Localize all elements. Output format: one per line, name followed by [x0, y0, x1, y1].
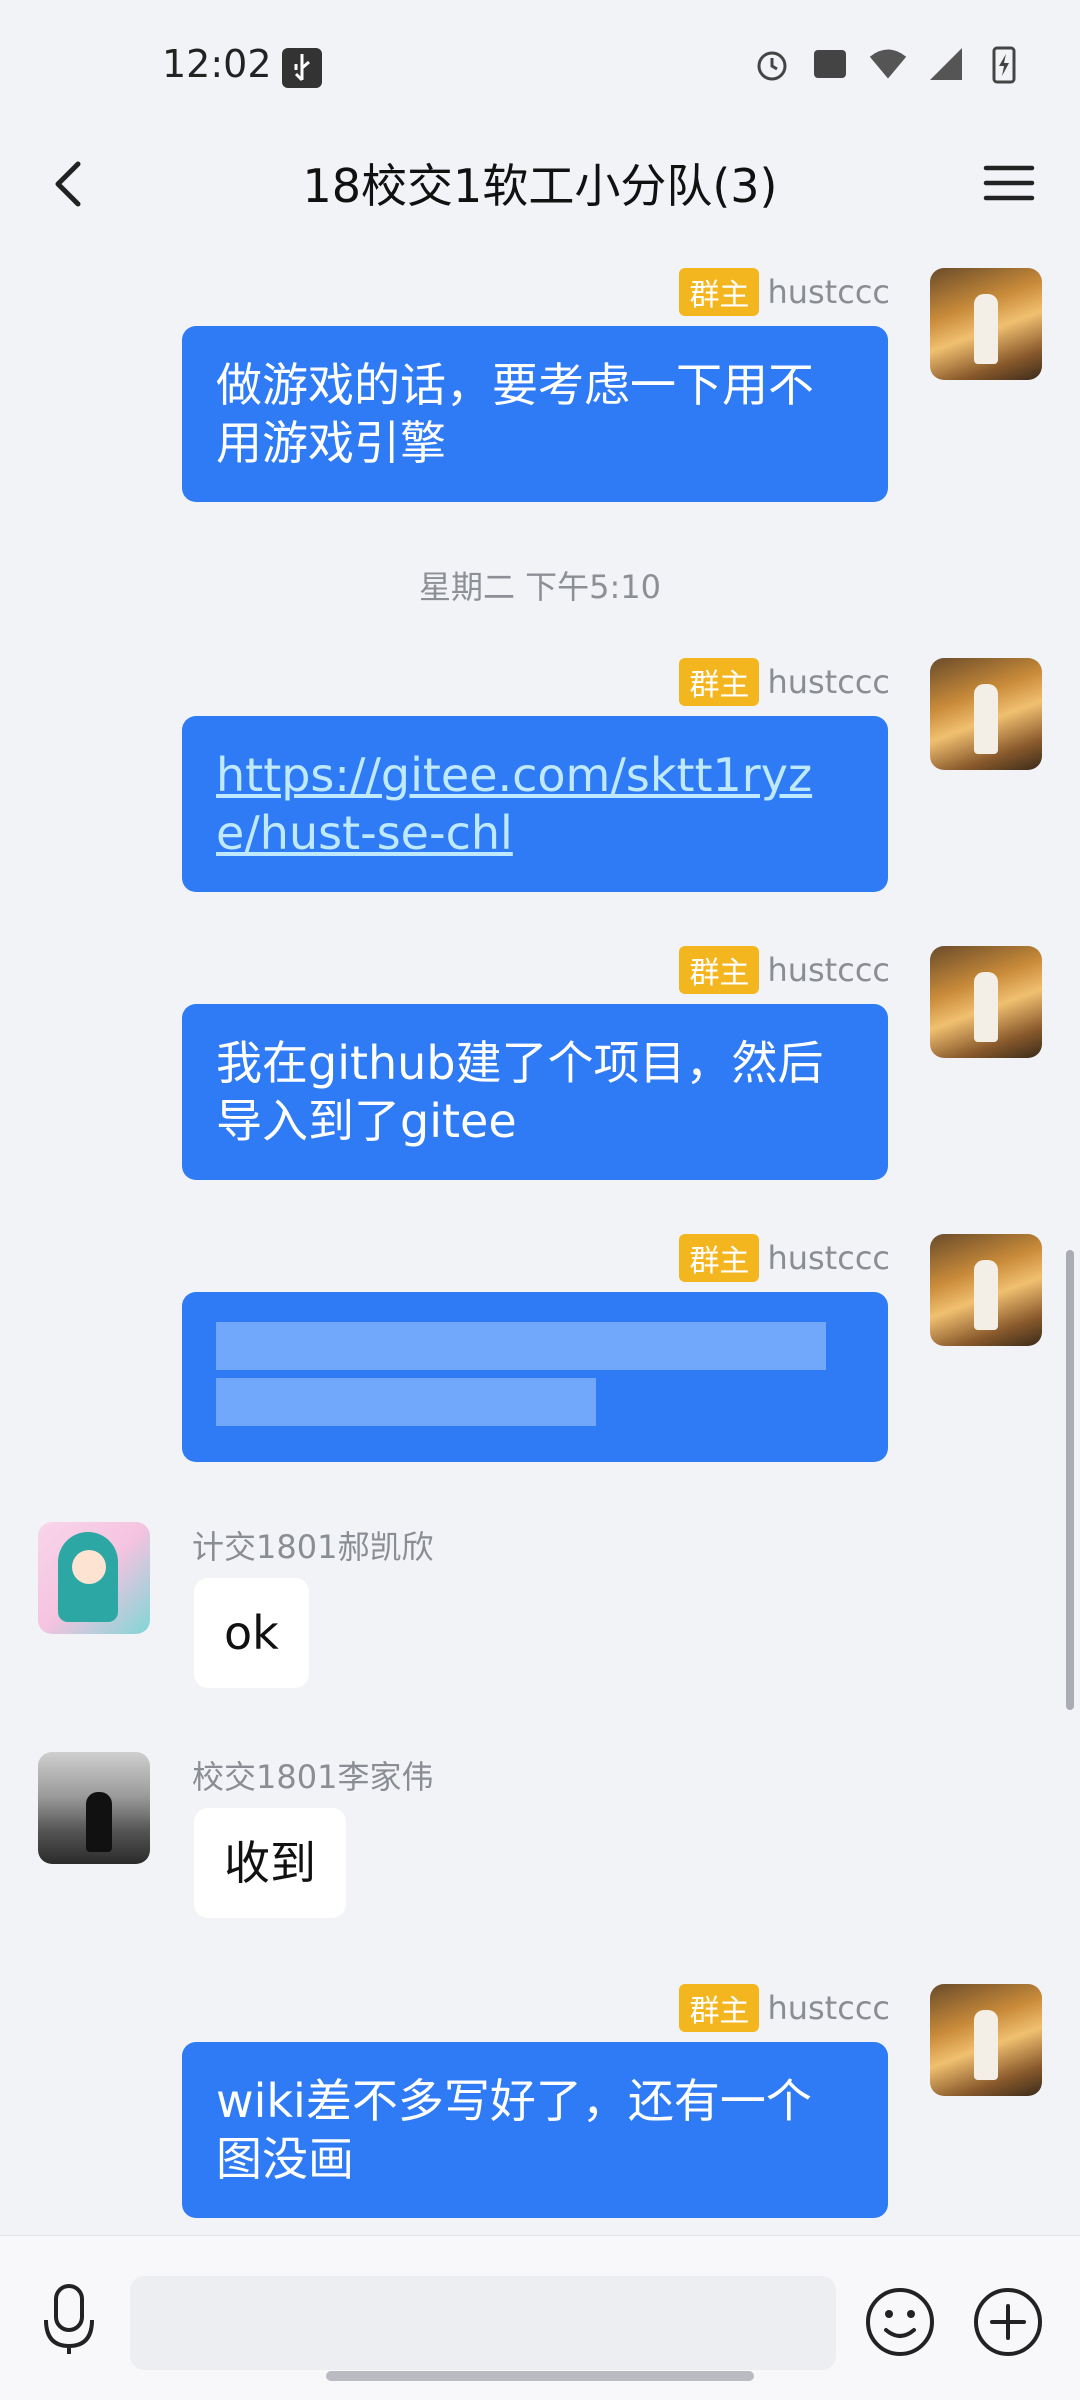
message-bubble[interactable]: wiki差不多写好了，还有一个图没画 — [182, 2042, 888, 2218]
status-icons — [752, 44, 1024, 84]
sender-name: 计交1801郝凯欣 — [192, 1528, 434, 1566]
avatar[interactable] — [38, 1752, 150, 1864]
avatar[interactable] — [38, 1522, 150, 1634]
message-text: 做游戏的话，要考虑一下用不用游戏引擎 — [216, 358, 814, 470]
avatar[interactable] — [930, 1234, 1042, 1346]
message-bubble[interactable]: ok — [194, 1578, 309, 1688]
input-bar — [0, 2235, 1080, 2400]
message-text: ok — [224, 1606, 279, 1660]
home-indicator[interactable] — [326, 2371, 754, 2381]
emoji-icon[interactable] — [864, 2286, 936, 2358]
sender-line: 群主 hustccc — [679, 658, 890, 706]
owner-badge: 群主 — [679, 1234, 760, 1282]
message-bubble[interactable]: 收到 — [194, 1808, 346, 1918]
sender-line: 群主 hustccc — [679, 946, 890, 994]
sender-name: hustccc — [767, 273, 890, 311]
sender-line: 群主 hustccc — [679, 1984, 890, 2032]
message-bubble-redacted[interactable] — [182, 1292, 888, 1462]
owner-badge: 群主 — [679, 946, 760, 994]
owner-badge: 群主 — [679, 1984, 760, 2032]
sender-name: hustccc — [767, 1239, 890, 1277]
chat-title: 18校交1软工小分队(3) — [302, 159, 778, 213]
message-list[interactable]: 群主 hustccc 做游戏的话，要考虑一下用不用游戏引擎 星期二 下午5:10… — [0, 240, 1080, 2235]
avatar[interactable] — [930, 658, 1042, 770]
cellular-signal-icon — [926, 44, 966, 84]
message-text: 我在github建了个项目，然后导入到了gitee — [216, 1036, 824, 1148]
sender-name: hustccc — [767, 1989, 890, 2027]
battery-charging-icon — [984, 44, 1024, 84]
avatar[interactable] — [930, 268, 1042, 380]
wifi-icon — [868, 44, 908, 84]
message-bubble[interactable]: https://gitee.com/sktt1ryze/hust-se-chl — [182, 716, 888, 892]
status-bar: 12:02 — [0, 0, 1080, 130]
chat-header: 18校交1软工小分队(3) — [0, 130, 1080, 240]
sender-line: 群主 hustccc — [679, 1234, 890, 1282]
message-link[interactable]: https://gitee.com/sktt1ryze/hust-se-chl — [216, 748, 812, 860]
time-separator: 星期二 下午5:10 — [418, 568, 662, 606]
avatar[interactable] — [930, 1984, 1042, 2096]
avatar[interactable] — [930, 946, 1042, 1058]
alarm-icon — [752, 44, 792, 84]
owner-badge: 群主 — [679, 268, 760, 316]
sender-name: hustccc — [767, 951, 890, 989]
message-text: wiki差不多写好了，还有一个图没画 — [216, 2074, 812, 2186]
chat-screen: 12:02 18校交1软工小分队(3) 群主 hustccc 做游戏的话，要考虑… — [0, 0, 1080, 2400]
volte-icon — [810, 44, 850, 84]
message-bubble[interactable]: 做游戏的话，要考虑一下用不用游戏引擎 — [182, 326, 888, 502]
sender-name: hustccc — [767, 663, 890, 701]
microphone-icon[interactable] — [34, 2280, 104, 2358]
scrollbar[interactable] — [1066, 1250, 1074, 1710]
plus-icon[interactable] — [972, 2286, 1044, 2358]
message-input[interactable] — [130, 2276, 836, 2370]
sender-line: 群主 hustccc — [679, 268, 890, 316]
status-time: 12:02 — [162, 42, 272, 86]
usb-icon — [282, 48, 322, 88]
redacted-content — [216, 1322, 854, 1432]
message-bubble[interactable]: 我在github建了个项目，然后导入到了gitee — [182, 1004, 888, 1180]
owner-badge: 群主 — [679, 658, 760, 706]
sender-name: 校交1801李家伟 — [192, 1758, 434, 1796]
menu-icon[interactable] — [974, 148, 1044, 218]
message-text: 收到 — [224, 1836, 316, 1890]
